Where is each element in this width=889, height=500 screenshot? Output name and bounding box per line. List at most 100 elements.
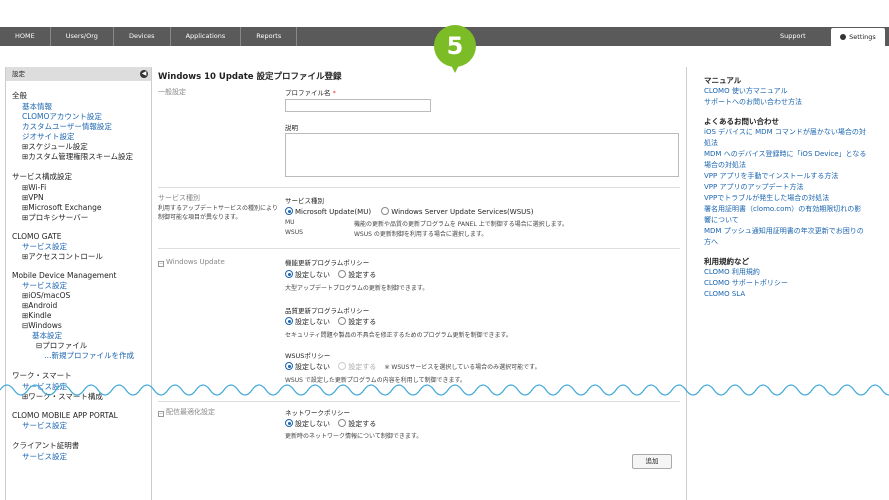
sidebar-section-title: Mobile Device Management bbox=[12, 271, 117, 280]
sidebar-item[interactable]: ⊞アクセスコントロール bbox=[12, 252, 151, 262]
radio-wsus-off[interactable] bbox=[285, 362, 293, 370]
faq-link[interactable]: 処法 bbox=[704, 138, 886, 149]
sidebar-item[interactable]: サービス設定 bbox=[12, 452, 151, 462]
profile-name-label: プロファイル名 * bbox=[285, 87, 336, 97]
delivery-section-text: 配信最適化設定 bbox=[166, 408, 215, 416]
divider bbox=[158, 248, 680, 249]
network-note: 更新時のネットワーク情報について制御できます。 bbox=[285, 433, 423, 440]
nav-support[interactable]: Support bbox=[780, 27, 806, 46]
nav-home[interactable]: HOME bbox=[0, 27, 51, 46]
feature-policy-radios: 設定しない 設定する bbox=[285, 270, 376, 280]
main-content: Windows 10 Update 設定プロファイル登録 一般設定 プロファイル… bbox=[158, 67, 680, 469]
nav-settings-tab[interactable]: Settings bbox=[831, 28, 885, 46]
sidebar-item[interactable]: ⊞Microsoft Exchange bbox=[12, 203, 151, 213]
gear-icon bbox=[840, 34, 847, 40]
faq-link[interactable]: iOS デバイスに MDM コマンドが届かない場合の対 bbox=[704, 127, 886, 138]
sidebar-section: クライアント証明書 サービス設定 bbox=[6, 440, 151, 462]
terms-link[interactable]: CLOMO 利用規約 bbox=[704, 267, 886, 278]
terms-link[interactable]: CLOMO SLA bbox=[704, 289, 886, 300]
radio-feature-off[interactable] bbox=[285, 270, 293, 278]
feature-policy-label: 機能更新プログラムポリシー bbox=[285, 259, 370, 267]
wsus-policy-radios: 設定しない 設定する ※ WSUSサービスを選択している場合のみ選択可能です。 bbox=[285, 362, 541, 372]
collapse-sidebar-icon[interactable]: ◀ bbox=[140, 70, 148, 78]
sidebar-item[interactable]: サービス設定 bbox=[12, 242, 151, 252]
sidebar-item[interactable]: ⊟プロファイル bbox=[12, 341, 151, 351]
wave-divider-decoration bbox=[0, 384, 889, 396]
sidebar-item[interactable]: ⊞スケジュール設定 bbox=[12, 142, 151, 152]
sidebar-header: 設定 ◀ bbox=[6, 67, 151, 81]
radio-feature-off-label: 設定しない bbox=[295, 271, 330, 279]
sidebar-item[interactable]: ⊞VPN bbox=[12, 193, 151, 203]
sidebar-item[interactable]: 基本情報 bbox=[12, 102, 151, 112]
sidebar-item[interactable]: ⊞Wi-Fi bbox=[12, 183, 151, 193]
radio-network-off[interactable] bbox=[285, 419, 293, 427]
radio-network-on[interactable] bbox=[338, 419, 347, 427]
service-type-radios: Microsoft Update(MU) Windows Server Upda… bbox=[285, 207, 533, 216]
radio-wsus-on bbox=[338, 362, 347, 370]
sidebar-item[interactable]: …新規プロファイルを作成 bbox=[12, 351, 151, 361]
faq-title: よくあるお問い合わせ bbox=[704, 117, 779, 126]
sidebar-section: CLOMO MOBILE APP PORTAL サービス設定 bbox=[6, 411, 151, 431]
nav-users-org[interactable]: Users/Org bbox=[51, 27, 114, 46]
description-textarea[interactable] bbox=[285, 133, 679, 177]
wu-section-label[interactable]: − Windows Update bbox=[158, 258, 225, 267]
radio-mu-label: Microsoft Update(MU) bbox=[295, 208, 372, 216]
faq-links: iOS デバイスに MDM コマンドが届かない場合の対 処法 MDM へのデバイス登… bbox=[704, 127, 886, 248]
radio-quality-on[interactable] bbox=[338, 317, 347, 325]
sidebar-section-title: CLOMO GATE bbox=[12, 232, 62, 241]
settings-label: Settings bbox=[849, 33, 876, 41]
manual-link[interactable]: サポートへのお問い合わせ方法 bbox=[704, 97, 886, 108]
faq-link[interactable]: VPPでトラブルが発生した場合の対処法 bbox=[704, 193, 886, 204]
radio-wsus[interactable] bbox=[381, 207, 390, 215]
description-label: 説明 bbox=[285, 124, 298, 132]
sidebar-item[interactable]: 基本設定 bbox=[12, 331, 151, 341]
nav-applications[interactable]: Applications bbox=[171, 27, 242, 46]
required-mark: * bbox=[332, 89, 336, 97]
terms-link[interactable]: CLOMO サポートポリシー bbox=[704, 278, 886, 289]
faq-link[interactable]: MDM へのデバイス登録時に「iOS Device」となる bbox=[704, 149, 886, 160]
sidebar-item[interactable]: ⊞カスタム管理権限スキーム設定 bbox=[12, 152, 151, 162]
sidebar-section: CLOMO GATE サービス設定 ⊞アクセスコントロール bbox=[6, 232, 151, 262]
profile-name-text: プロファイル名 bbox=[285, 89, 331, 97]
sidebar-sections: 全般 基本情報 CLOMOアカウント設定 カスタムユーザー情報設定 ジオサイト設定 ⊞スケ… bbox=[6, 90, 151, 462]
help-sidebar: マニュアル CLOMO 使い方マニュアル サポートへのお問い合わせ方法 よくあるお… bbox=[686, 67, 886, 500]
sidebar-item[interactable]: ⊟Windows bbox=[12, 321, 151, 331]
radio-wsus-on-label: 設定する bbox=[348, 363, 377, 371]
faq-link[interactable]: 場合の対処法 bbox=[704, 160, 886, 171]
wsus-only-note: ※ WSUSサービスを選択している場合のみ選択可能です。 bbox=[384, 364, 541, 371]
settings-sidebar: 設定 ◀ 全般 基本情報 CLOMOアカウント設定 カスタムユーザー情報設定 ジオサイト設… bbox=[5, 67, 152, 500]
faq-link[interactable]: VPP アプリを手動でインストールする方法 bbox=[704, 171, 886, 182]
faq-link[interactable]: MDM プッシュ通知用証明書の年次更新でお困りの bbox=[704, 226, 886, 237]
terms-links: CLOMO 利用規約 CLOMO サポートポリシー CLOMO SLA bbox=[704, 267, 886, 300]
add-button[interactable]: 追加 bbox=[632, 454, 672, 469]
radio-network-on-label: 設定する bbox=[348, 420, 377, 428]
sidebar-item[interactable]: CLOMOアカウント設定 bbox=[12, 112, 151, 122]
sidebar-item[interactable]: ⊞プロキシサーバー bbox=[12, 213, 151, 223]
nav-devices[interactable]: Devices bbox=[114, 27, 171, 46]
sidebar-item[interactable]: カスタムユーザー情報設定 bbox=[12, 122, 151, 132]
sidebar-item[interactable]: ⊞Android bbox=[12, 301, 151, 311]
faq-link[interactable]: 響について bbox=[704, 215, 886, 226]
sidebar-item[interactable]: ⊞iOS/macOS bbox=[12, 291, 151, 301]
sidebar-item[interactable]: ジオサイト設定 bbox=[12, 132, 151, 142]
faq-link[interactable]: 方へ bbox=[704, 237, 886, 248]
sidebar-item[interactable]: ⊞Kindle bbox=[12, 311, 151, 321]
service-field-label: サービス種別 bbox=[285, 197, 324, 205]
nav-reports[interactable]: Reports bbox=[241, 27, 298, 46]
radio-quality-off[interactable] bbox=[285, 317, 293, 325]
profile-name-input[interactable] bbox=[285, 99, 431, 112]
faq-link[interactable]: VPP アプリのアップデート方法 bbox=[704, 182, 886, 193]
radio-quality-off-label: 設定しない bbox=[295, 318, 330, 326]
faq-link[interactable]: 署名用証明書（clomo.com）の有効期限切れの影 bbox=[704, 204, 886, 215]
radio-network-off-label: 設定しない bbox=[295, 420, 330, 428]
divider bbox=[158, 187, 680, 188]
sidebar-section: Mobile Device Management サービス設定 ⊞iOS/macOS… bbox=[6, 271, 151, 361]
service-section-desc: 利用するアップデートサービスの種別により制御可能な項目が異なります。 bbox=[158, 205, 278, 221]
sidebar-item[interactable]: サービス設定 bbox=[12, 281, 151, 291]
radio-feature-on[interactable] bbox=[338, 270, 347, 278]
radio-mu[interactable] bbox=[285, 207, 293, 215]
delivery-section-label[interactable]: − 配信最適化設定 bbox=[158, 407, 215, 417]
manual-link[interactable]: CLOMO 使い方マニュアル bbox=[704, 86, 886, 97]
manual-title: マニュアル bbox=[704, 76, 742, 85]
sidebar-item[interactable]: サービス設定 bbox=[12, 421, 151, 431]
